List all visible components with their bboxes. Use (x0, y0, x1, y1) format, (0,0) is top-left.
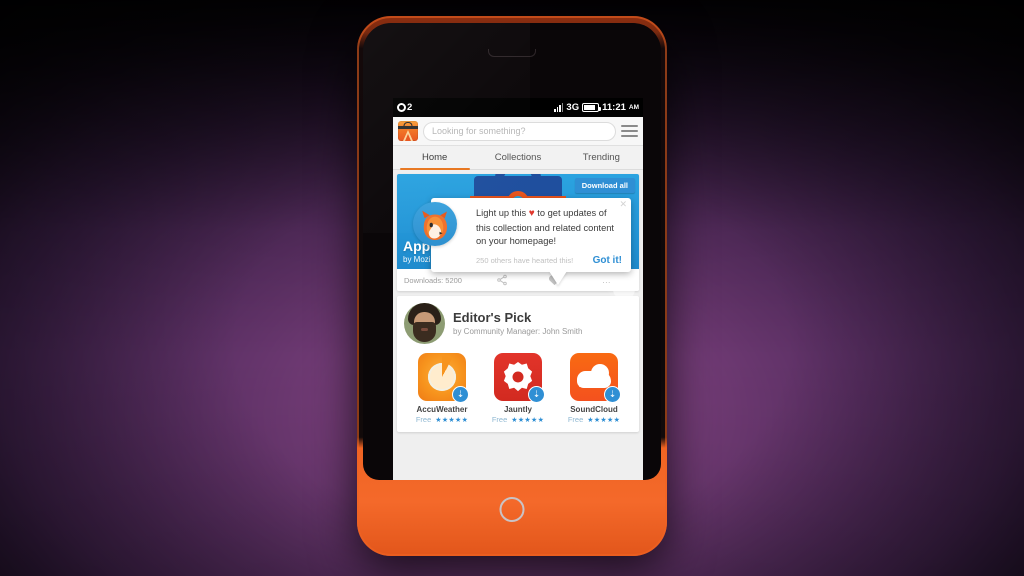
status-bar-right: 3G 11:21 AM (554, 102, 639, 113)
app-icon-wrapper: ⇣ (494, 353, 545, 403)
heart-feature-tooltip: ✕ Light up this ♥ to get updates of this… (413, 198, 631, 273)
hamburger-menu-icon[interactable] (621, 125, 638, 137)
fox-head-icon (422, 210, 447, 240)
notification-ring-icon (397, 103, 406, 112)
tooltip-text-before: Light up this (476, 208, 527, 218)
share-icon[interactable] (496, 274, 508, 286)
marketplace-logo-icon[interactable] (398, 121, 418, 141)
phone-device: 2 3G 11:21 AM Looking for something? Hom… (357, 16, 667, 556)
tab-trending-label: Trending (582, 152, 620, 163)
tooltip-others-count: 250 others have hearted this! (476, 256, 574, 266)
editors-pick-header: Editor's Pick by Community Manager: John… (404, 303, 632, 344)
clock-ampm: AM (628, 104, 639, 111)
app-icon-wrapper: ⇣ (418, 353, 469, 403)
clock-time: 11:21 (602, 102, 626, 113)
app-header-bar: Looking for something? (393, 117, 643, 146)
phone-glass-panel: 2 3G 11:21 AM Looking for something? Hom… (363, 23, 661, 480)
app-rating-stars: ★★★★★ (435, 416, 469, 424)
firefox-fox-avatar-icon (413, 202, 457, 246)
app-rating-stars: ★★★★★ (511, 416, 545, 424)
battery-icon (582, 103, 602, 112)
notification-count: 2 (407, 102, 413, 113)
app-price-row: Free ★★★★★ (492, 415, 544, 424)
tab-trending[interactable]: Trending (560, 146, 643, 169)
status-bar: 2 3G 11:21 AM (393, 98, 643, 117)
status-bar-left: 2 (397, 102, 412, 113)
tab-home-label: Home (421, 152, 448, 163)
got-it-button[interactable]: Got it! (593, 255, 622, 266)
search-placeholder-text: Looking for something? (432, 126, 526, 136)
signal-bars-icon (554, 103, 564, 112)
app-icon-wrapper: ⇣ (570, 353, 621, 403)
home-button[interactable] (499, 497, 525, 522)
collection-actions: … (462, 274, 632, 286)
app-name: SoundCloud (570, 405, 618, 414)
editors-pick-text: Editor's Pick by Community Manager: John… (453, 309, 583, 337)
download-arrow-icon[interactable]: ⇣ (528, 386, 545, 403)
app-price: Free (415, 415, 432, 424)
list-item[interactable]: ⇣ Jauntly Free ★★★★★ (480, 353, 556, 424)
scene: 2 3G 11:21 AM Looking for something? Hom… (0, 0, 1024, 576)
tab-home[interactable]: Home (393, 146, 476, 170)
search-input[interactable]: Looking for something? (423, 121, 616, 141)
download-arrow-icon[interactable]: ⇣ (604, 386, 621, 403)
close-icon[interactable]: ✕ (619, 200, 627, 209)
download-all-button[interactable]: Download all (574, 178, 635, 193)
app-rating-stars: ★★★★★ (587, 416, 621, 424)
heart-icon: ♥ (528, 208, 535, 219)
banner-bag-handle-icon (495, 174, 541, 188)
content-area: Download all App S by Mozi Downloads: 52… (393, 170, 643, 480)
app-price-row: Free ★★★★★ (568, 415, 620, 424)
network-type: 3G (566, 102, 580, 113)
tab-bar: Home Collections Trending (393, 146, 643, 170)
tooltip-footer: 250 others have hearted this! Got it! (431, 252, 631, 272)
earpiece-speaker-icon (488, 49, 536, 57)
phone-screen: 2 3G 11:21 AM Looking for something? Hom… (393, 98, 643, 480)
downloads-count: Downloads: 5200 (404, 275, 462, 285)
editors-pick-subtitle: by Community Manager: John Smith (453, 327, 583, 337)
more-options-icon[interactable]: … (602, 275, 612, 285)
app-price: Free (491, 415, 508, 424)
tooltip-body: Light up this ♥ to get updates of this c… (431, 198, 631, 252)
tab-collections[interactable]: Collections (476, 146, 559, 169)
app-price: Free (567, 415, 584, 424)
app-name: Jauntly (503, 405, 532, 414)
app-name: AccuWeather (416, 405, 468, 414)
app-price-row: Free ★★★★★ (416, 415, 468, 424)
app-list-row: ⇣ AccuWeather Free ★★★★★ ⇣ Jauntly Free … (404, 353, 632, 424)
tab-collections-label: Collections (494, 152, 542, 163)
avatar (404, 303, 445, 344)
list-item[interactable]: ⇣ AccuWeather Free ★★★★★ (404, 353, 480, 424)
list-item[interactable]: ⇣ SoundCloud Free ★★★★★ (556, 353, 632, 424)
editors-pick-card: Editor's Pick by Community Manager: John… (397, 296, 639, 432)
download-arrow-icon[interactable]: ⇣ (452, 386, 469, 403)
editors-pick-title: Editor's Pick (453, 309, 532, 325)
